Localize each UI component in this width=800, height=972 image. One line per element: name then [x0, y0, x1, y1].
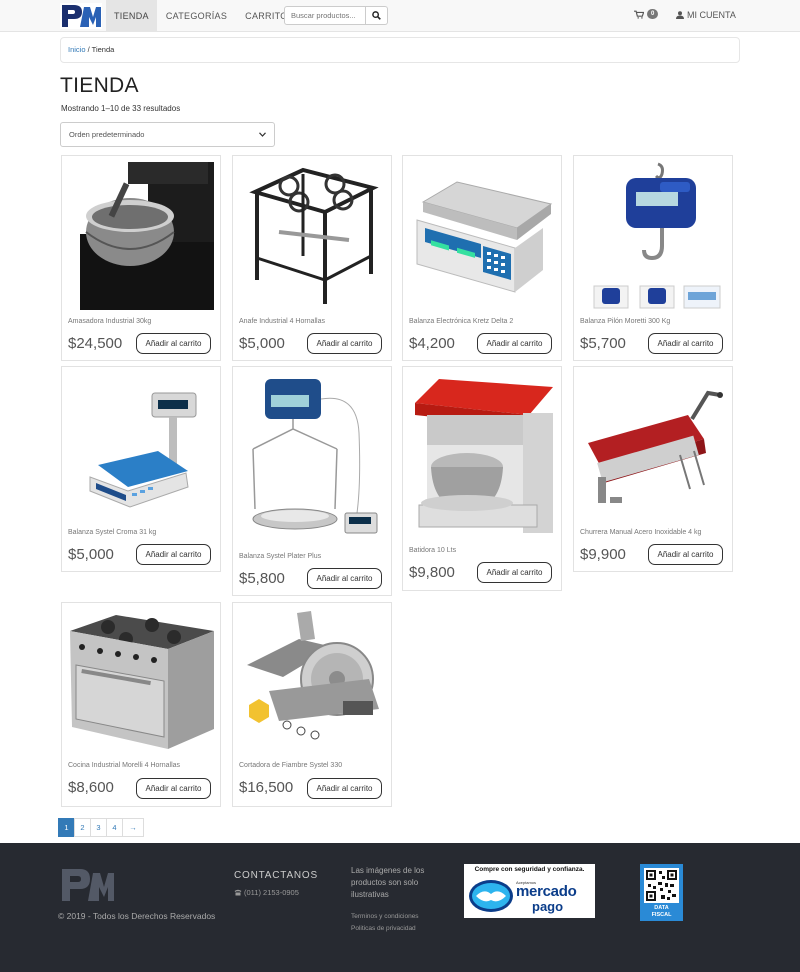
- product-price: $16,500: [239, 779, 294, 796]
- product-name[interactable]: Balanza Electrónica Kretz Delta 2: [409, 318, 513, 325]
- data-fiscal-label: DATA FISCAL: [640, 905, 683, 919]
- account-link[interactable]: MI CUENTA: [676, 10, 736, 20]
- product-name[interactable]: Cortadora de Fiambre Systel 330: [239, 762, 342, 769]
- product-price: $5,000: [239, 335, 285, 352]
- cart-link[interactable]: 0: [634, 9, 659, 19]
- breadcrumb-home[interactable]: Inicio: [68, 45, 86, 54]
- product-card: Balanza Systel Croma 31 kg $5,000 Añadir…: [61, 366, 221, 572]
- add-to-cart-button[interactable]: Añadir al carrito: [307, 333, 382, 354]
- pagination: 1 2 3 4 →: [58, 818, 144, 837]
- qr-code-icon: [644, 868, 679, 903]
- mp-word-mercado: mercado: [516, 883, 577, 900]
- product-image-mixer[interactable]: [68, 162, 214, 310]
- cart-icon: [634, 10, 644, 19]
- product-image-meat-slicer[interactable]: [239, 609, 385, 757]
- add-to-cart-button[interactable]: Añadir al carrito: [136, 778, 211, 799]
- orderby-value: Orden predeterminado: [69, 130, 145, 139]
- product-image-stove-burner[interactable]: [239, 162, 385, 310]
- chevron-down-icon: [259, 132, 266, 137]
- product-price: $8,600: [68, 779, 114, 796]
- product-card: Balanza Systel Plater Plus $5,800 Añadir…: [232, 366, 392, 596]
- terms-link[interactable]: Terminos y condiciones: [351, 911, 419, 923]
- add-to-cart-button[interactable]: Añadir al carrito: [648, 544, 723, 565]
- page-next[interactable]: →: [122, 818, 144, 837]
- privacy-link[interactable]: Politicas de privacidad: [351, 923, 419, 935]
- product-price: $9,800: [409, 564, 455, 581]
- product-name[interactable]: Balanza Systel Croma 31 kg: [68, 529, 156, 536]
- product-price: $4,200: [409, 335, 455, 352]
- data-fiscal-label-line1: DATA: [654, 905, 669, 911]
- search-icon: [372, 11, 381, 20]
- footer-links: Terminos y condiciones Politicas de priv…: [351, 911, 419, 935]
- product-image-scale-systel-croma[interactable]: [68, 373, 214, 521]
- product-price: $24,500: [68, 335, 123, 352]
- orderby-select[interactable]: Orden predeterminado: [60, 122, 275, 147]
- product-name[interactable]: Anafe Industrial 4 Hornallas: [239, 318, 325, 325]
- data-fiscal-label-line2: FISCAL: [651, 912, 672, 918]
- phone-icon: [234, 889, 242, 896]
- product-card: Balanza Electrónica Kretz Delta 2 $4,200…: [402, 155, 562, 361]
- product-image-mixer-batidora[interactable]: [409, 373, 555, 540]
- breadcrumb-current: Tienda: [91, 45, 115, 54]
- product-price: $5,000: [68, 546, 114, 563]
- search-input[interactable]: [284, 6, 366, 25]
- product-price: $5,800: [239, 570, 285, 587]
- product-price: $9,900: [580, 546, 626, 563]
- product-card: Balanza Pilón Moretti 300 Kg $5,700 Añad…: [573, 155, 733, 361]
- page-title: TIENDA: [60, 74, 139, 97]
- product-price: $5,700: [580, 335, 626, 352]
- add-to-cart-button[interactable]: Añadir al carrito: [136, 333, 211, 354]
- mercadopago-banner[interactable]: Compre con seguridad y confianza. Acepta…: [464, 864, 595, 918]
- add-to-cart-button[interactable]: Añadir al carrito: [477, 562, 552, 583]
- user-icon: [676, 11, 684, 19]
- product-card: Amasadora Industrial 30kg $24,500 Añadir…: [61, 155, 221, 361]
- breadcrumb: Inicio / Tienda: [60, 37, 740, 63]
- copyright: © 2019 - Todos los Derechos Reservados: [58, 911, 216, 921]
- image-disclaimer: Las imágenes de los productos son solo i…: [351, 866, 425, 899]
- account-label: MI CUENTA: [687, 10, 736, 20]
- result-count: Mostrando 1–10 de 33 resultados: [61, 104, 181, 113]
- cart-count-badge: 0: [647, 9, 659, 19]
- product-name[interactable]: Cocina Industrial Morelli 4 Hornallas: [68, 762, 180, 769]
- mp-word-pago: pago: [532, 899, 564, 914]
- product-name[interactable]: Churrera Manual Acero Inoxidable 4 kg: [580, 529, 701, 536]
- page-2[interactable]: 2: [74, 818, 91, 837]
- product-image-industrial-kitchen[interactable]: [68, 609, 214, 757]
- add-to-cart-button[interactable]: Añadir al carrito: [136, 544, 211, 565]
- product-card: Cortadora de Fiambre Systel 330 $16,500 …: [232, 602, 392, 807]
- search-form: [284, 6, 388, 25]
- product-name[interactable]: Balanza Pilón Moretti 300 Kg: [580, 318, 670, 325]
- product-card: Batidora 10 Lts $9,800 Añadir al carrito: [402, 366, 562, 591]
- product-image-churrera[interactable]: [580, 373, 726, 521]
- product-name[interactable]: Batidora 10 Lts: [409, 547, 456, 554]
- data-fiscal-qr[interactable]: DATA FISCAL: [640, 864, 683, 921]
- phone-contact: (011) 2153-0905: [234, 888, 299, 897]
- nav-categorias[interactable]: CATEGORÍAS: [157, 0, 236, 32]
- product-image-hanging-scale[interactable]: [580, 162, 726, 310]
- nav-tienda[interactable]: TIENDA: [106, 0, 157, 32]
- search-button[interactable]: [366, 6, 388, 25]
- product-image-scale-kretz[interactable]: [409, 162, 555, 310]
- page-4[interactable]: 4: [106, 818, 123, 837]
- logo[interactable]: [60, 3, 102, 29]
- contact-title: CONTACTANOS: [234, 870, 318, 881]
- add-to-cart-button[interactable]: Añadir al carrito: [307, 778, 382, 799]
- phone-number[interactable]: (011) 2153-0905: [244, 888, 299, 897]
- product-name[interactable]: Balanza Systel Plater Plus: [239, 553, 321, 560]
- add-to-cart-button[interactable]: Añadir al carrito: [307, 568, 382, 589]
- product-card: Churrera Manual Acero Inoxidable 4 kg $9…: [573, 366, 733, 572]
- handshake-icon: [469, 880, 513, 912]
- product-card: Cocina Industrial Morelli 4 Hornallas $8…: [61, 602, 221, 807]
- page-3[interactable]: 3: [90, 818, 107, 837]
- product-image-scale-systel-plater[interactable]: [239, 373, 385, 545]
- add-to-cart-button[interactable]: Añadir al carrito: [648, 333, 723, 354]
- mp-tagline: Compre con seguridad y confianza.: [474, 866, 585, 873]
- footer: © 2019 - Todos los Derechos Reservados C…: [0, 843, 800, 972]
- add-to-cart-button[interactable]: Añadir al carrito: [477, 333, 552, 354]
- top-navbar: TIENDA CATEGORÍAS CARRITO 0 MI CUENTA: [0, 0, 800, 32]
- page-1[interactable]: 1: [58, 818, 75, 837]
- product-name[interactable]: Amasadora Industrial 30kg: [68, 318, 151, 325]
- product-card: Anafe Industrial 4 Hornallas $5,000 Añad…: [232, 155, 392, 361]
- footer-logo: [62, 869, 114, 901]
